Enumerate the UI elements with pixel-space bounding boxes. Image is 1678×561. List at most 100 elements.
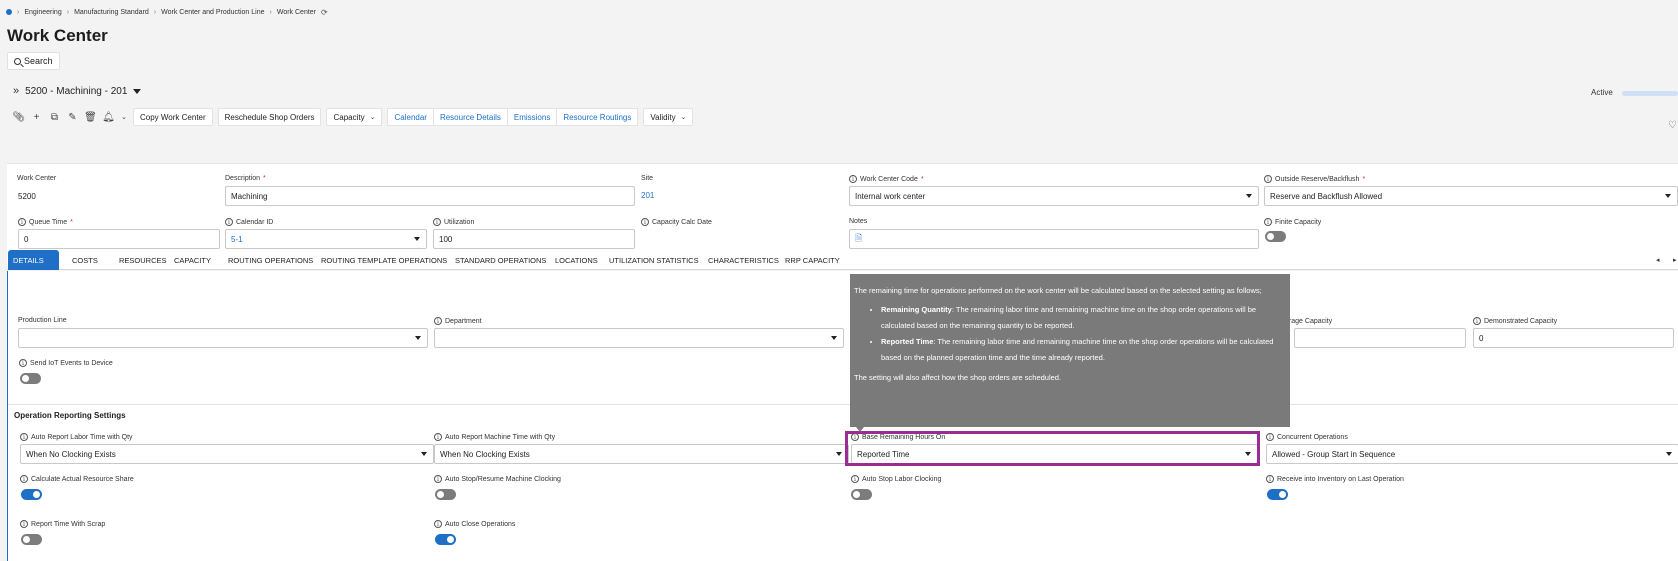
help-tooltip: The remaining time for operations perfor… <box>850 274 1290 427</box>
edit-icon[interactable]: ✎ <box>66 110 79 124</box>
operation-reporting-settings-title: Operation Reporting Settings <box>14 411 126 420</box>
description-label: Description * <box>225 175 266 182</box>
tab-standard-operations[interactable]: STANDARD OPERATIONS <box>450 250 551 270</box>
finite-capacity-toggle[interactable] <box>1265 231 1286 242</box>
auto-stop-resume-toggle[interactable] <box>435 489 456 500</box>
double-chevron-right-icon[interactable]: » <box>13 85 19 97</box>
production-line-label: Production Line <box>18 317 67 324</box>
capacity-menu-button[interactable]: Capacity ⌄ <box>326 108 383 126</box>
chevron-right-icon: › <box>17 8 20 16</box>
tab-locations[interactable]: LOCATIONS <box>550 250 603 270</box>
calendar-link[interactable]: Calendar <box>387 108 433 126</box>
calculate-resource-share-toggle[interactable] <box>21 489 42 500</box>
tab-routing-template-operations[interactable]: ROUTING TEMPLATE OPERATIONS <box>316 250 452 270</box>
calendar-id-label: i Calendar ID <box>225 218 273 226</box>
auto-close-operations-label: i Auto Close Operations <box>434 520 515 528</box>
paperclip-icon[interactable]: 📎︎ <box>12 110 25 124</box>
info-icon: i <box>434 475 442 483</box>
page-title: Work Center <box>7 26 108 45</box>
status-progress-bar <box>1622 91 1678 96</box>
info-icon: i <box>18 218 26 226</box>
delete-icon[interactable]: 🗑︎ <box>84 110 97 124</box>
auto-close-operations-toggle[interactable] <box>435 534 456 545</box>
notes-input[interactable]: 🗎︎ <box>849 229 1259 249</box>
scroll-right-icon[interactable]: ▸ <box>1673 256 1677 264</box>
bell-icon[interactable]: 🔔︎ <box>102 110 115 124</box>
refresh-icon[interactable]: ⟳ <box>321 8 328 17</box>
queue-time-input[interactable]: 0 <box>18 229 220 249</box>
dropdown-arrow-icon <box>414 237 420 241</box>
calendar-id-select[interactable]: 5-1 <box>225 229 427 249</box>
dropdown-arrow-icon <box>1666 452 1672 456</box>
finite-capacity-label: i Finite Capacity <box>1264 218 1321 226</box>
report-time-scrap-toggle[interactable] <box>21 534 42 545</box>
concurrent-operations-select[interactable]: Allowed - Group Start in Sequence <box>1266 444 1678 464</box>
concurrent-operations-label: i Concurrent Operations <box>1266 433 1348 441</box>
emissions-link[interactable]: Emissions <box>506 108 557 126</box>
scroll-left-icon[interactable]: ◂ <box>1656 256 1660 264</box>
favorite-heart-icon[interactable]: ♡ <box>1668 120 1677 131</box>
info-icon: i <box>225 218 233 226</box>
search-icon <box>14 57 21 65</box>
info-icon: i <box>1266 433 1274 441</box>
auto-report-labor-select[interactable]: When No Clocking Exists <box>20 444 434 464</box>
tab-utilization-statistics[interactable]: UTILIZATION STATISTICS <box>604 250 704 270</box>
production-line-select[interactable] <box>18 328 428 348</box>
reschedule-shop-orders-button[interactable]: Reschedule Shop Orders <box>217 108 322 126</box>
breadcrumb-item-engineering[interactable]: Engineering <box>24 9 61 16</box>
resource-routings-link[interactable]: Resource Routings <box>556 108 639 126</box>
send-iot-toggle[interactable] <box>20 373 41 384</box>
info-icon: i <box>434 520 442 528</box>
outside-reserve-backflush-select[interactable]: Reserve and Backflush Allowed <box>1264 186 1678 206</box>
info-icon: i <box>1264 218 1272 226</box>
tab-characteristics[interactable]: CHARACTERISTICS <box>703 250 784 270</box>
utilization-input[interactable]: 100 <box>433 229 635 249</box>
chevron-right-icon: › <box>153 8 157 16</box>
capacity-label: Capacity <box>333 112 365 122</box>
validity-menu-button[interactable]: Validity ⌄ <box>643 108 694 126</box>
info-icon: i <box>1473 317 1481 325</box>
add-icon[interactable]: + <box>30 110 43 124</box>
caret-down-icon[interactable] <box>133 88 142 94</box>
tab-rrp-capacity[interactable]: RRP CAPACITY <box>780 250 845 270</box>
description-input[interactable]: Machining <box>225 186 635 206</box>
site-link[interactable]: 201 <box>641 191 654 200</box>
calculate-resource-share-label: i Calculate Actual Resource Share <box>20 475 134 483</box>
focus-highlight <box>845 431 1260 466</box>
demonstrated-capacity-input[interactable]: 0 <box>1473 328 1674 348</box>
average-capacity-input[interactable] <box>1294 328 1466 348</box>
report-time-scrap-label: i Report Time With Scrap <box>20 520 105 528</box>
dropdown-arrow-icon <box>1246 194 1252 198</box>
receive-inventory-toggle[interactable] <box>1267 489 1288 500</box>
validity-label: Validity <box>650 112 676 122</box>
header-card: Work Center 5200 Description * Machining … <box>7 163 1678 262</box>
record-selector[interactable]: » 5200 - Machining - 201 <box>13 85 142 97</box>
dropdown-arrow-icon <box>831 336 837 340</box>
search-button[interactable]: Search <box>7 52 60 70</box>
tab-resources[interactable]: RESOURCES <box>114 250 172 270</box>
home-icon[interactable] <box>6 9 12 15</box>
breadcrumb-item-work-center-production-line[interactable]: Work Center and Production Line <box>161 9 264 16</box>
tab-capacity[interactable]: CAPACITY <box>169 250 216 270</box>
auto-stop-labor-toggle[interactable] <box>851 489 872 500</box>
auto-report-machine-select[interactable]: When No Clocking Exists <box>434 444 849 464</box>
breadcrumb-item-manufacturing-standard[interactable]: Manufacturing Standard <box>74 9 149 16</box>
tab-details[interactable]: DETAILS <box>8 250 59 270</box>
duplicate-icon[interactable]: ⧉ <box>48 110 61 124</box>
record-title: 5200 - Machining - 201 <box>25 85 128 97</box>
receive-inventory-label: i Receive into Inventory on Last Operatio… <box>1266 475 1404 483</box>
chevron-down-icon: ⌄ <box>680 114 687 121</box>
department-select[interactable] <box>434 328 844 348</box>
info-icon: i <box>434 433 442 441</box>
resource-details-link[interactable]: Resource Details <box>432 108 507 126</box>
dropdown-arrow-icon <box>415 336 421 340</box>
tab-routing-operations[interactable]: ROUTING OPERATIONS <box>223 250 318 270</box>
command-toolbar: 📎︎ + ⧉ ✎ 🗑︎ 🔔︎ ⌄ Copy Work Center Resche… <box>12 108 694 126</box>
tab-costs[interactable]: COSTS <box>67 250 103 270</box>
work-center-code-select[interactable]: Internal work center <box>849 186 1259 206</box>
info-icon: i <box>1266 475 1274 483</box>
department-label: i Department <box>434 317 482 325</box>
chevron-down-icon[interactable]: ⌄ <box>120 110 128 124</box>
demonstrated-capacity-label: i Demonstrated Capacity <box>1473 317 1557 325</box>
copy-work-center-button[interactable]: Copy Work Center <box>133 108 213 126</box>
